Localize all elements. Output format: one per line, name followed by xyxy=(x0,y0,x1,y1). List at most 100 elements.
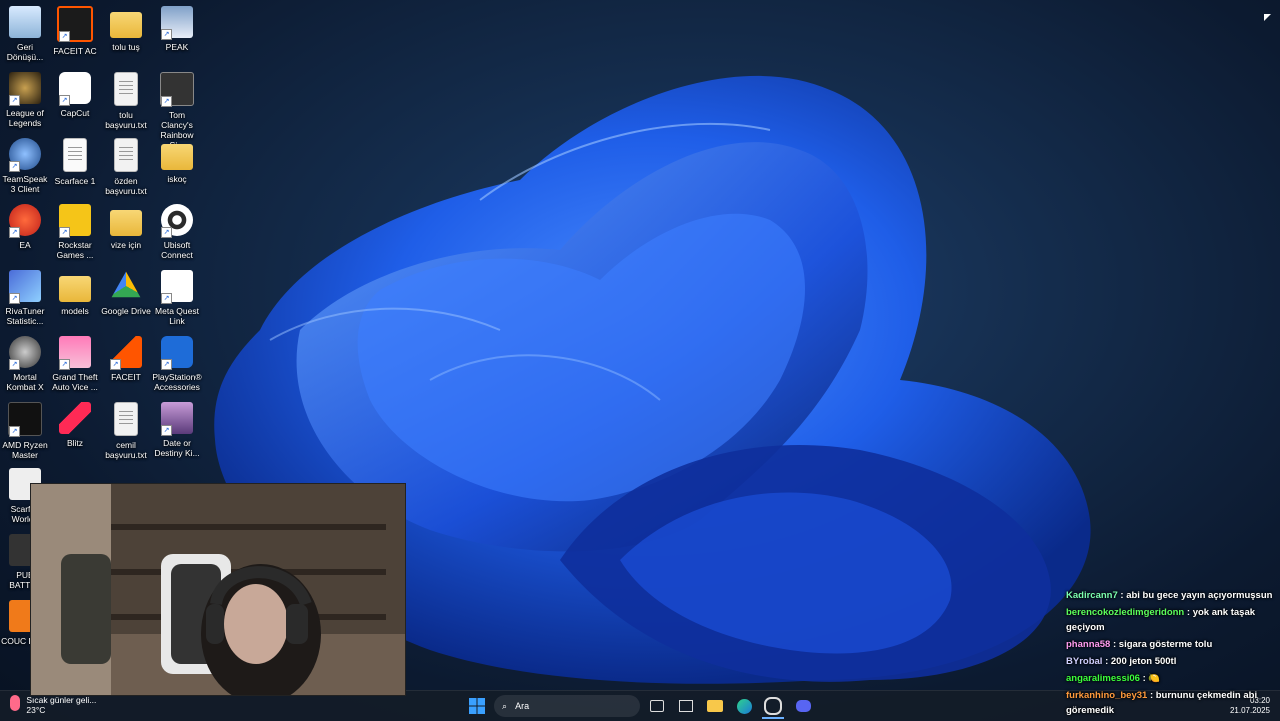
weather-widget[interactable]: Sıcak günler geli... 23°C xyxy=(10,695,96,715)
league-icon: ↗ xyxy=(9,72,41,106)
icon-label: EA xyxy=(19,240,31,250)
icon-label: cemil başvuru.txt xyxy=(105,440,147,460)
search-placeholder: Ara xyxy=(515,701,530,711)
chat-message: Kadircann7 : abi bu gece yayın açıyormuş… xyxy=(1066,588,1276,603)
icon-label: Scarface 1 xyxy=(54,176,96,186)
desktop-icon-blitz[interactable]: Blitz xyxy=(50,402,100,448)
folder-icon xyxy=(161,144,193,170)
desktop-icon-iskoc[interactable]: iskoç xyxy=(152,138,202,184)
ea-icon: ↗ xyxy=(9,204,41,238)
desktop-icon-ryzen-master[interactable]: ↗ AMD Ryzen Master xyxy=(0,402,50,460)
icon-label: RivaTuner Statistic... xyxy=(5,306,45,326)
mortal-kombat-icon: ↗ xyxy=(9,336,41,370)
peak-icon: ↗ xyxy=(161,6,193,40)
webcam-overlay xyxy=(30,483,406,696)
desktop-icon-cemil-basvuru[interactable]: cemil başvuru.txt xyxy=(101,402,151,460)
meta-icon: ↗ xyxy=(161,270,193,304)
icon-label: League of Legends xyxy=(6,108,44,128)
icon-label: Date or Destiny Ki... xyxy=(154,438,200,458)
desktop-icon-faceit[interactable]: ↗ FACEIT xyxy=(101,336,151,382)
file-icon xyxy=(63,138,87,172)
chat-username: phanna58 xyxy=(1066,639,1111,650)
date-or-destiny-icon: ↗ xyxy=(161,402,193,436)
chat-text: : 🍋 xyxy=(1142,673,1161,684)
chat-username: BYrobal xyxy=(1066,656,1103,667)
desktop-icon-scarface-1[interactable]: Scarface 1 xyxy=(50,138,100,186)
desktop-icon-rivatuner[interactable]: ↗ RivaTuner Statistic... xyxy=(0,270,50,326)
ubisoft-icon: ↗ xyxy=(161,204,193,238)
folder-icon xyxy=(59,276,91,302)
widgets-button[interactable] xyxy=(675,695,697,717)
icon-label: Meta Quest Link xyxy=(155,306,199,326)
desktop-icon-meta-quest[interactable]: ↗ Meta Quest Link xyxy=(152,270,202,326)
icon-label: Blitz xyxy=(66,438,84,448)
desktop-icon-recycle-bin[interactable]: Geri Dönüşü... xyxy=(0,6,50,62)
chat-username: Kadircann7 xyxy=(1066,590,1118,601)
icon-label: vize için xyxy=(110,240,142,250)
discord-icon xyxy=(795,700,811,712)
weather-temp: 23°C xyxy=(26,705,46,715)
text-file-icon xyxy=(114,138,138,172)
desktop-icon-ozden-basvuru[interactable]: özden başvuru.txt xyxy=(101,138,151,196)
blitz-icon xyxy=(59,402,91,434)
icon-label: Google Drive xyxy=(101,306,151,316)
desktop-icon-gta-vice[interactable]: ↗ Grand Theft Auto Vice ... xyxy=(50,336,100,392)
chat-message: phanna58 : sigara gösterme tolu xyxy=(1066,637,1276,652)
edge-button[interactable] xyxy=(733,695,755,717)
task-view-button[interactable] xyxy=(646,695,668,717)
desktop-icon-teamspeak[interactable]: ↗ TeamSpeak 3 Client xyxy=(0,138,50,194)
desktop-icon-vize-icin[interactable]: vize için xyxy=(101,204,151,250)
weather-text: Sıcak günler geli... xyxy=(26,695,97,705)
icon-label: özden başvuru.txt xyxy=(105,176,147,196)
desktop-icon-ubisoft[interactable]: ↗ Ubisoft Connect xyxy=(152,204,202,260)
icon-label: PEAK xyxy=(165,42,189,52)
desktop-icon-date-or-destiny[interactable]: ↗ Date or Destiny Ki... xyxy=(152,402,202,458)
desktop-icon-peak[interactable]: ↗ PEAK xyxy=(152,6,202,52)
icon-label: CapCut xyxy=(60,108,90,118)
desktop-icon-tolu-basvuru[interactable]: tolu başvuru.txt xyxy=(101,72,151,130)
file-explorer-button[interactable] xyxy=(704,695,726,717)
faceit-icon: ↗ xyxy=(110,336,142,370)
capcut-icon: ↗ xyxy=(59,72,91,106)
rainbow-six-icon: ↗ xyxy=(160,72,194,107)
desktop-icon-capcut[interactable]: ↗ CapCut xyxy=(50,72,100,118)
desktop-icon-google-drive[interactable]: Google Drive xyxy=(101,270,151,316)
text-file-icon xyxy=(114,72,138,106)
icon-label: AMD Ryzen Master xyxy=(2,440,48,460)
icon-label: Mortal Kombat X xyxy=(6,372,44,392)
folder-icon xyxy=(110,12,142,38)
widgets-icon xyxy=(679,700,693,712)
app-button-active[interactable] xyxy=(762,695,784,719)
desktop-icon-ea[interactable]: ↗ EA xyxy=(0,204,50,250)
icon-label: Rockstar Games ... xyxy=(56,240,94,260)
search-input[interactable]: ⌕ Ara xyxy=(494,695,640,717)
icon-label: Ubisoft Connect xyxy=(161,240,193,260)
google-drive-icon xyxy=(111,271,141,298)
weather-icon xyxy=(10,695,20,711)
app-icon xyxy=(764,697,782,715)
desktop-icon-models[interactable]: models xyxy=(50,270,100,316)
icon-label: Grand Theft Auto Vice ... xyxy=(52,372,98,392)
desktop-icon-mortal-kombat[interactable]: ↗ Mortal Kombat X xyxy=(0,336,50,392)
edge-icon xyxy=(736,698,752,714)
recycle-bin-icon xyxy=(9,6,41,38)
desktop-icon-playstation[interactable]: ↗ PlayStation® Accessories xyxy=(152,336,202,392)
desktop-icon-tolu-tus[interactable]: tolu tuş xyxy=(101,6,151,52)
chat-message: furkanhino_bey31 : burnunu çekmedin abi … xyxy=(1066,688,1276,718)
chat-message: angaralimessi06 : 🍋 xyxy=(1066,671,1276,686)
start-button[interactable] xyxy=(466,695,488,717)
discord-button[interactable] xyxy=(792,695,814,717)
folder-icon xyxy=(110,210,142,236)
chat-text: : sigara gösterme tolu xyxy=(1113,639,1213,650)
chat-username: angaralimessi06 xyxy=(1066,673,1140,684)
chat-text: : 200 jeton 500tl xyxy=(1105,656,1177,667)
desktop-icon-rockstar[interactable]: ↗ Rockstar Games ... xyxy=(50,204,100,260)
desktop-icon-league[interactable]: ↗ League of Legends xyxy=(0,72,50,128)
windows-icon xyxy=(469,698,485,714)
icon-label: TeamSpeak 3 Client xyxy=(2,174,48,194)
desktop-icon-faceit-ac[interactable]: ↗ FACEIT AC xyxy=(50,6,100,56)
ryzen-icon: ↗ xyxy=(8,402,42,437)
teamspeak-icon: ↗ xyxy=(9,138,41,172)
icon-label: FACEIT AC xyxy=(53,46,97,56)
icon-label: Geri Dönüşü... xyxy=(6,42,44,62)
